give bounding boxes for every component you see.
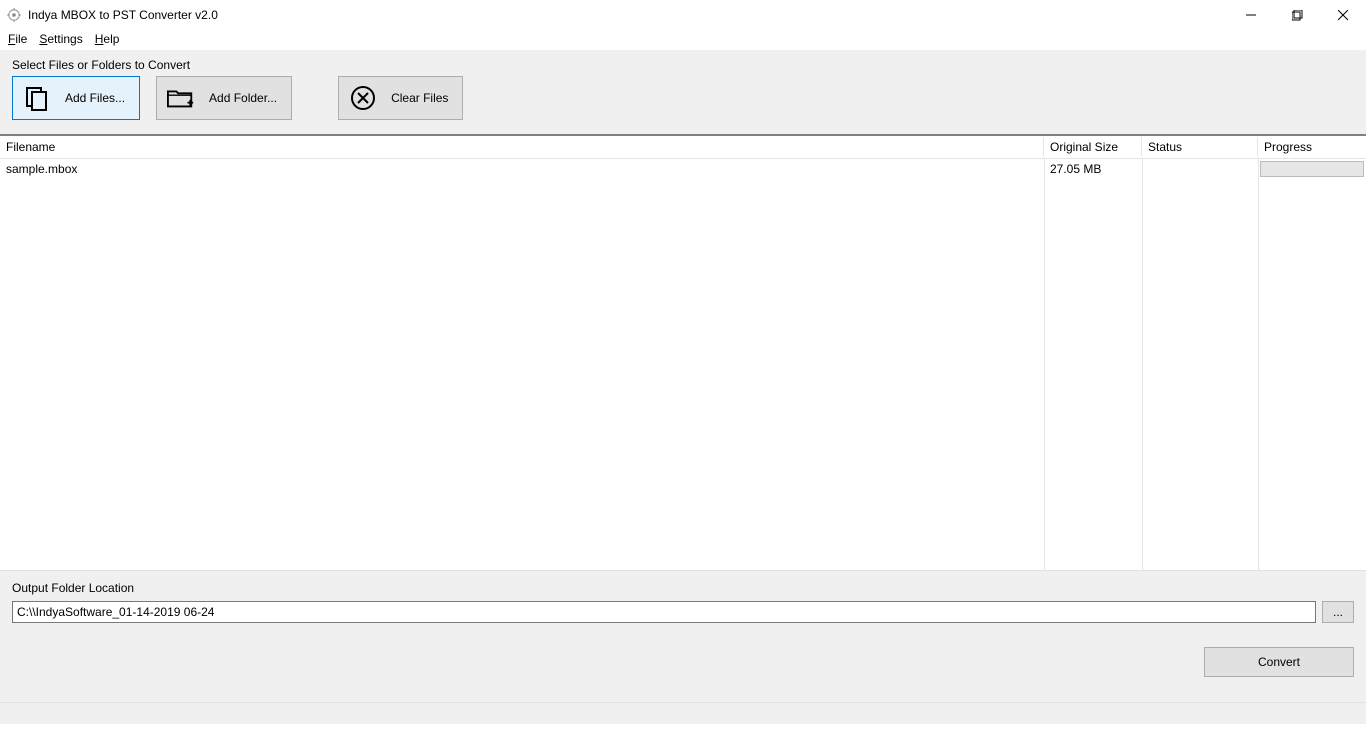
cell-original-size: 27.05 MB [1044, 160, 1142, 178]
toolbar-section-label: Select Files or Folders to Convert [12, 58, 1354, 72]
clear-files-button[interactable]: Clear Files [338, 76, 463, 120]
output-label: Output Folder Location [12, 581, 1354, 595]
menubar: File Settings Help [0, 30, 1366, 50]
add-files-button[interactable]: Add Files... [12, 76, 140, 120]
output-path-input[interactable] [12, 601, 1316, 623]
progress-bar [1260, 161, 1364, 177]
statusbar [0, 702, 1366, 724]
convert-button[interactable]: Convert [1204, 647, 1354, 677]
header-progress[interactable]: Progress [1258, 137, 1366, 157]
header-status[interactable]: Status [1142, 137, 1258, 157]
menu-settings[interactable]: Settings [39, 32, 82, 46]
cell-filename: sample.mbox [0, 160, 1044, 178]
header-filename[interactable]: Filename [0, 137, 1044, 157]
window-title: Indya MBOX to PST Converter v2.0 [28, 8, 218, 22]
browse-button[interactable]: ... [1322, 601, 1354, 623]
add-folder-label: Add Folder... [209, 91, 277, 105]
table-row[interactable]: sample.mbox 27.05 MB [0, 159, 1366, 179]
window-controls [1228, 0, 1366, 30]
toolbar: Select Files or Folders to Convert Add F… [0, 50, 1366, 136]
app-icon [6, 7, 22, 23]
file-table: Filename Original Size Status Progress s… [0, 136, 1366, 570]
add-folder-button[interactable]: Add Folder... [156, 76, 292, 120]
cell-progress [1258, 161, 1366, 177]
add-files-label: Add Files... [65, 91, 125, 105]
bottom-panel: Output Folder Location ... Convert [0, 570, 1366, 702]
clear-files-label: Clear Files [391, 91, 448, 105]
maximize-button[interactable] [1274, 0, 1320, 30]
menu-help[interactable]: Help [95, 32, 120, 46]
folder-plus-icon [167, 84, 195, 112]
menu-file[interactable]: File [8, 32, 27, 46]
titlebar: Indya MBOX to PST Converter v2.0 [0, 0, 1366, 30]
clear-icon [349, 84, 377, 112]
header-original-size[interactable]: Original Size [1044, 137, 1142, 157]
files-icon [23, 84, 51, 112]
minimize-button[interactable] [1228, 0, 1274, 30]
table-header: Filename Original Size Status Progress [0, 136, 1366, 159]
cell-status [1142, 167, 1258, 171]
close-button[interactable] [1320, 0, 1366, 30]
